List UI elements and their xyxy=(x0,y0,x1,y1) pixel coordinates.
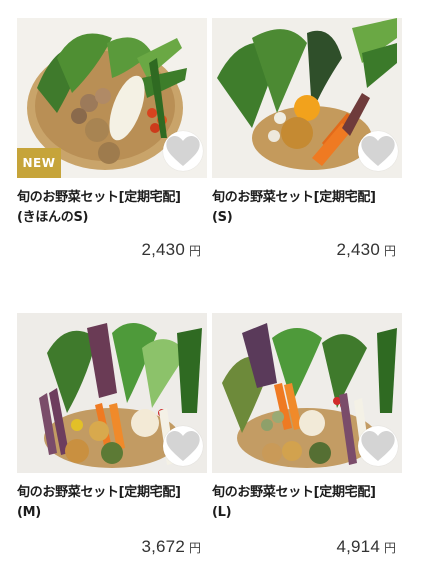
product-title-line1: 旬のお野菜セット[定期宅配] xyxy=(17,190,181,205)
product-image[interactable] xyxy=(17,313,207,473)
product-card-kihon-s[interactable]: NEW 旬のお野菜セット[定期宅配] (きほんのS) 2,430 円 xyxy=(17,18,209,259)
favorite-button[interactable] xyxy=(358,426,398,466)
product-title[interactable]: 旬のお野菜セット[定期宅配] (L) xyxy=(212,483,404,523)
product-card-m[interactable]: 旬のお野菜セット[定期宅配] (M) 3,672 円 xyxy=(17,313,209,556)
currency-label: 円 xyxy=(188,244,201,258)
product-image[interactable]: NEW xyxy=(17,18,207,178)
price-row: 2,430 円 xyxy=(141,240,201,260)
product-image[interactable] xyxy=(212,313,402,473)
heart-icon xyxy=(166,431,200,461)
price: 3,672 xyxy=(141,537,185,556)
product-title-line2: (L) xyxy=(212,505,232,520)
currency-label: 円 xyxy=(188,541,201,555)
heart-icon xyxy=(166,136,200,166)
heart-icon xyxy=(361,431,395,461)
product-title-line2: (S) xyxy=(212,210,233,225)
new-badge: NEW xyxy=(17,148,61,178)
currency-label: 円 xyxy=(383,541,396,555)
price-row: 2,430 円 xyxy=(336,240,396,260)
price: 4,914 xyxy=(336,537,380,556)
product-card-s[interactable]: 旬のお野菜セット[定期宅配] (S) 2,430 円 xyxy=(212,18,404,259)
product-title-line2: (M) xyxy=(17,505,41,520)
product-title[interactable]: 旬のお野菜セット[定期宅配] (きほんのS) xyxy=(17,188,209,228)
price: 2,430 xyxy=(141,240,185,259)
product-title-line2: (きほんのS) xyxy=(17,210,89,225)
price-row: 3,672 円 xyxy=(141,537,201,557)
product-title-line1: 旬のお野菜セット[定期宅配] xyxy=(17,485,181,500)
favorite-button[interactable] xyxy=(163,426,203,466)
product-title[interactable]: 旬のお野菜セット[定期宅配] (S) xyxy=(212,188,404,228)
price-row: 4,914 円 xyxy=(336,537,396,557)
heart-icon xyxy=(361,136,395,166)
currency-label: 円 xyxy=(383,244,396,258)
product-grid: NEW 旬のお野菜セット[定期宅配] (きほんのS) 2,430 円 旬のお野菜… xyxy=(0,0,422,568)
product-title[interactable]: 旬のお野菜セット[定期宅配] (M) xyxy=(17,483,209,523)
product-title-line1: 旬のお野菜セット[定期宅配] xyxy=(212,485,376,500)
price: 2,430 xyxy=(336,240,380,259)
favorite-button[interactable] xyxy=(163,131,203,171)
favorite-button[interactable] xyxy=(358,131,398,171)
product-image[interactable] xyxy=(212,18,402,178)
product-title-line1: 旬のお野菜セット[定期宅配] xyxy=(212,190,376,205)
product-card-l[interactable]: 旬のお野菜セット[定期宅配] (L) 4,914 円 xyxy=(212,313,404,556)
